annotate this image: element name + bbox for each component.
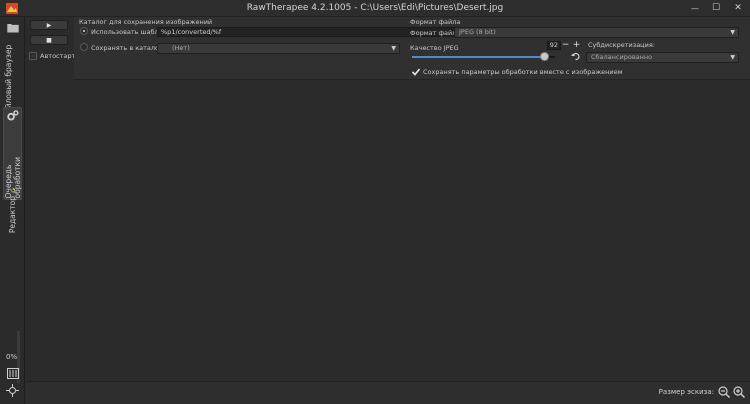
plus-icon: + [572,40,581,50]
save-params-label: Сохранять параметры обработки вместе с и… [423,68,623,76]
panel-toggle-icon[interactable] [7,368,19,379]
tab-editor[interactable]: Редактор [3,188,22,233]
folder-dropdown[interactable]: (Нет) ▼ [157,43,400,54]
output-settings-panel: Каталог для сохранения изображений Испол… [74,17,750,80]
minus-icon: − [561,40,570,50]
side-tab-strip: Файловый браузер (8) Очередь обработки Р… [0,17,25,404]
save-params-toggle[interactable]: Сохранять параметры обработки вместе с и… [412,68,623,76]
chevron-down-icon: ▼ [391,45,396,52]
queue-controls: ▶ ■ Автостарт [26,17,75,80]
autostart-label: Автостарт [40,52,76,60]
chevron-down-icon: ▼ [730,54,735,61]
thumbnail-size-label: Размер эскиза: [658,388,714,396]
reset-icon[interactable] [571,52,580,61]
maximize-button[interactable]: ☐ [709,2,723,14]
tab-editor-label: Редактор [8,195,17,233]
quality-increment-button[interactable]: + [572,41,581,50]
stop-queue-button[interactable]: ■ [30,35,68,45]
jpeg-quality-knob[interactable] [539,52,549,61]
quality-decrement-button[interactable]: − [561,41,570,50]
folder-dropdown-value: (Нет) [172,44,190,52]
file-format-value: JPEG (8 bit) [459,28,496,36]
save-to-folder-label: Сохранять в каталог: [91,44,165,52]
jpeg-quality-label: Качество JPEG [410,44,459,52]
subsampling-value: Сбалансированно [591,53,653,61]
folder-icon [6,23,19,33]
tab-queue[interactable]: Очередь обработки [3,107,22,200]
checkmark-icon[interactable] [412,68,420,76]
close-icon: ✕ [734,3,742,13]
minimize-button[interactable]: — [688,2,702,14]
jpeg-quality-fill [412,56,544,58]
play-icon: ▶ [46,21,52,29]
title-bar: RawTherapee 4.2.1005 - C:\Users\Edi\Pict… [0,0,750,17]
tab-file-browser[interactable]: Файловый браузер (8) [3,23,22,119]
subsampling-dropdown[interactable]: Сбалансированно ▼ [586,52,739,63]
stop-icon: ■ [46,36,52,44]
window-title: RawTherapee 4.2.1005 - C:\Users\Edi\Pict… [246,3,504,13]
zoom-in-icon[interactable] [733,386,745,398]
status-bar: Размер эскиза: [26,381,750,404]
queue-thumbnail-area[interactable] [26,80,750,381]
output-dir-title: Каталог для сохранения изображений [79,18,213,26]
start-queue-button[interactable]: ▶ [30,20,68,30]
file-format-title: Формат файла [410,18,461,26]
fullscreen-icon[interactable] [6,384,19,397]
save-to-folder-radio[interactable] [80,43,88,51]
use-template-radio[interactable] [80,27,88,35]
close-button[interactable]: ✕ [731,2,745,14]
autostart-toggle[interactable]: Автостарт [29,52,75,60]
jpeg-quality-value[interactable]: 92 [547,41,561,50]
maximize-icon: ☐ [711,3,721,13]
chevron-down-icon: ▼ [730,29,735,36]
jpeg-quality-slider[interactable] [412,56,555,58]
zoom-out-icon[interactable] [718,386,730,398]
subsampling-label: Субдискретизация: [588,41,655,49]
queue-progress-label: 0% [6,353,18,361]
autostart-checkbox[interactable] [29,52,37,60]
file-format-dropdown[interactable]: JPEG (8 bit) ▼ [454,27,739,38]
gears-icon [6,110,19,121]
minimize-icon: — [691,3,699,13]
color-wheel-icon [10,188,15,193]
